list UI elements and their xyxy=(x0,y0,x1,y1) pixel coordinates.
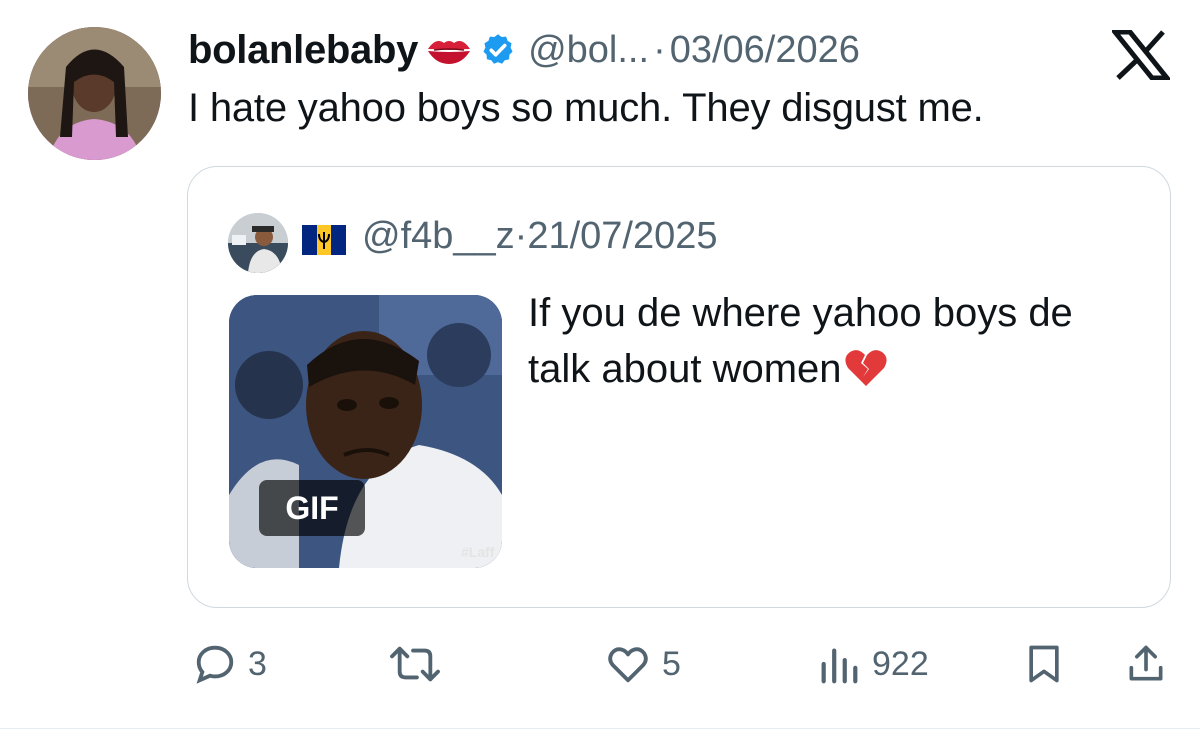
broken-heart-icon xyxy=(844,347,888,387)
author-avatar[interactable] xyxy=(28,27,161,160)
kiss-mark-icon xyxy=(426,35,472,65)
author-handle[interactable]: @bol... xyxy=(528,29,649,72)
bookmark-icon xyxy=(1029,645,1059,683)
retweet-button[interactable] xyxy=(388,640,452,688)
barbados-flag-icon xyxy=(302,225,346,255)
quoted-text: If you de where yahoo boys de talk about… xyxy=(528,285,1128,397)
gif-watermark: #Laff xyxy=(461,544,495,560)
share-button[interactable] xyxy=(1124,640,1168,688)
divider xyxy=(0,728,1200,729)
views-button[interactable]: 922 xyxy=(816,640,929,688)
quoted-date[interactable]: 21/07/2025 xyxy=(527,215,717,257)
reply-count: 3 xyxy=(248,644,267,683)
like-button[interactable]: 5 xyxy=(604,640,681,688)
like-count: 5 xyxy=(662,644,681,683)
gif-media[interactable]: GIF #Laff xyxy=(229,295,502,568)
views-icon xyxy=(821,648,858,684)
x-logo-icon xyxy=(1109,29,1173,81)
quoted-tweet[interactable]: @f4b__z·21/07/2025 GIF #Laff If you de w… xyxy=(187,166,1171,608)
retweet-icon xyxy=(390,646,440,682)
tweet-date[interactable]: 03/06/2026 xyxy=(670,29,860,72)
display-name[interactable]: bolanlebaby xyxy=(188,28,418,73)
views-count: 922 xyxy=(872,644,929,683)
share-icon xyxy=(1129,645,1163,681)
reply-icon xyxy=(196,645,234,684)
quoted-text-content: If you de where yahoo boys de talk about… xyxy=(528,291,1073,391)
gif-badge: GIF xyxy=(259,480,365,536)
quoted-meta: @f4b__z·21/07/2025 xyxy=(362,215,718,258)
tweet-header: bolanlebaby @bol... · 03/06/2026 xyxy=(188,22,860,78)
quoted-separator: · xyxy=(514,215,528,257)
bookmark-button[interactable] xyxy=(1022,640,1066,688)
tweet-text: I hate yahoo boys so much. They disgust … xyxy=(188,86,984,130)
verified-badge-icon xyxy=(480,32,516,68)
quoted-author-avatar[interactable] xyxy=(228,213,288,273)
heart-icon xyxy=(608,647,648,683)
reply-button[interactable]: 3 xyxy=(192,640,267,688)
quoted-handle[interactable]: @f4b__z xyxy=(362,215,515,257)
header-separator: · xyxy=(653,28,666,71)
